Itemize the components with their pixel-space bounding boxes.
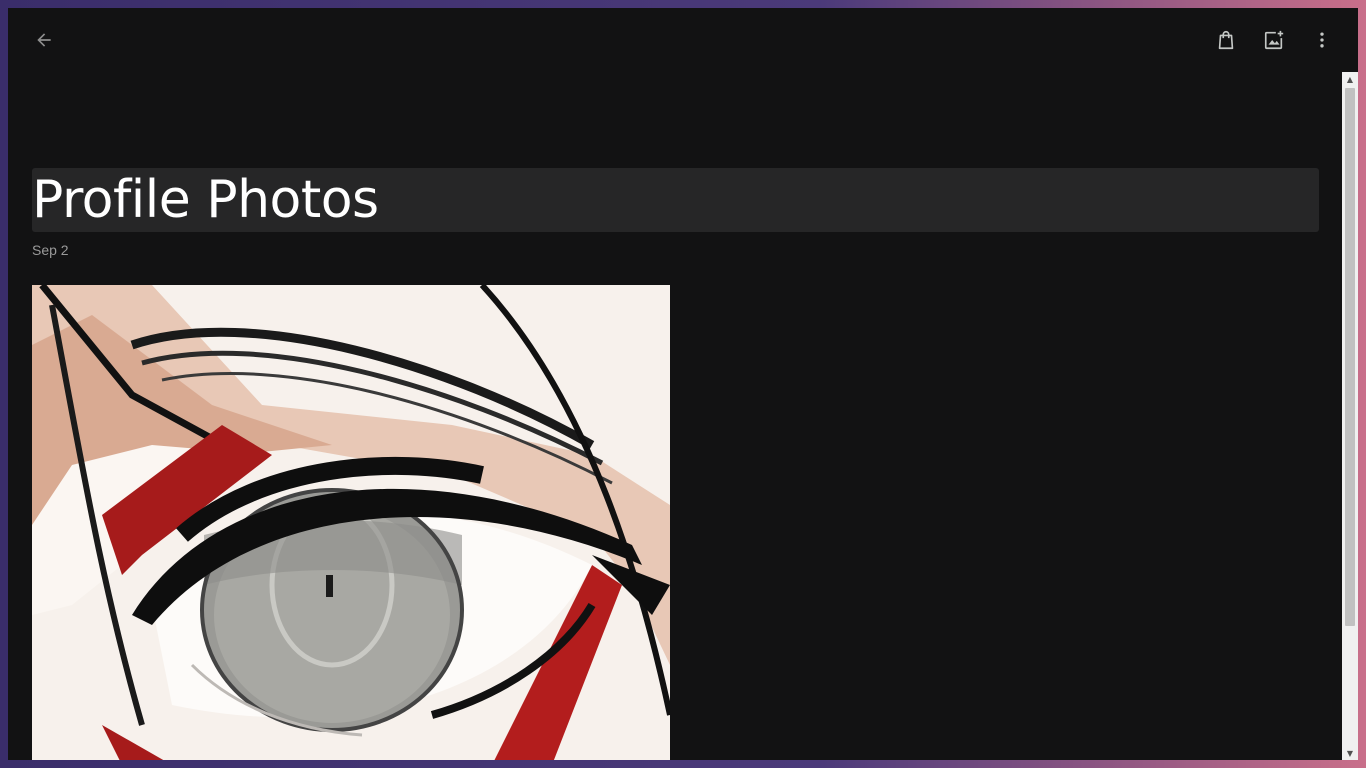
photo-thumbnail[interactable] [32,285,670,760]
album-content: Profile Photos Sep 2 [32,168,1320,760]
album-title-field[interactable]: Profile Photos [32,168,1319,232]
top-toolbar [8,8,1358,72]
add-photo-icon [1264,30,1284,50]
shop-button[interactable] [1204,22,1248,58]
scroll-up-arrow-icon[interactable]: ▲ [1342,72,1358,86]
scroll-down-arrow-icon[interactable]: ▼ [1342,746,1358,760]
anime-eye-image [32,285,670,760]
album-date: Sep 2 [32,242,69,258]
more-vert-icon [1320,32,1324,48]
more-options-button[interactable] [1300,22,1344,58]
add-photos-button[interactable] [1252,22,1296,58]
vertical-scrollbar[interactable]: ▲ ▼ [1342,72,1358,760]
photos-album-window: Profile Photos Sep 2 ▲ ▼ [8,8,1358,760]
scrollbar-thumb[interactable] [1345,88,1355,626]
back-button[interactable] [22,22,66,58]
shopping-bag-icon [1218,30,1234,50]
desktop-frame: Profile Photos Sep 2 ▲ ▼ [0,0,1366,768]
arrow-back-icon [37,33,51,47]
album-title[interactable]: Profile Photos [32,170,379,230]
